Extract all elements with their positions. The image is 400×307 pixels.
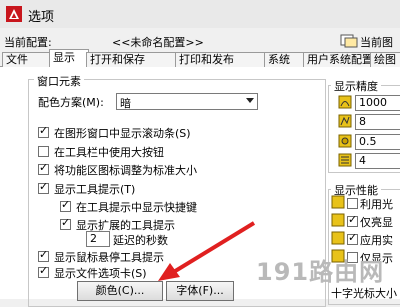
current-profile-label: 当前配置:: [4, 36, 52, 49]
raster-performance-icon: [331, 195, 345, 209]
arc-smoothness-value: 1000: [359, 96, 387, 109]
rollover-tooltips-checkbox[interactable]: ✓: [38, 248, 49, 262]
shortcut-tooltips-label: 在工具提示中显示快捷键: [76, 201, 197, 214]
arc-smoothness-field[interactable]: 1000: [355, 95, 400, 111]
checkmark-icon: ✓: [39, 264, 49, 277]
rendered-smoothness-icon: [338, 134, 352, 148]
extended-tooltips-checkbox[interactable]: ✓: [60, 216, 71, 230]
autocad-app-icon: [6, 6, 22, 22]
chevron-down-icon: [246, 98, 254, 103]
tab-system[interactable]: 系统: [264, 52, 306, 67]
checkmark-icon: ✓: [39, 124, 49, 137]
performance-label-1: 利用光: [360, 198, 393, 211]
file-tabs-checkbox[interactable]: ✓: [38, 264, 49, 278]
delay-seconds-value: 2: [90, 232, 97, 245]
color-scheme-label: 配色方案(M):: [38, 96, 104, 109]
performance-checkbox-1[interactable]: [347, 198, 358, 209]
performance-label-2: 仅亮显: [360, 216, 393, 229]
performance-checkbox-2[interactable]: ✓: [347, 213, 358, 227]
current-profile-value: <<未命名配置>>: [112, 36, 204, 49]
tooltips-label: 显示工具提示(T): [54, 183, 136, 196]
color-scheme-value: 暗: [120, 97, 131, 110]
rendered-smoothness-field[interactable]: 0.5: [355, 134, 400, 150]
solid-fill-icon: [331, 231, 345, 245]
tab-display[interactable]: 显示: [49, 49, 89, 68]
highlight-frame-icon: [331, 213, 345, 227]
tab-plot-publish[interactable]: 打印和发布: [175, 52, 267, 67]
checkmark-icon: ✓: [348, 213, 358, 226]
contour-lines-value: 4: [359, 154, 366, 167]
shortcut-tooltips-checkbox[interactable]: ✓: [60, 198, 71, 212]
resize-icons-label: 将功能区图标调整为标准大小: [54, 164, 197, 177]
watermark-text: 191路由网: [256, 258, 385, 286]
tooltips-checkbox[interactable]: ✓: [38, 180, 49, 194]
scrollbars-checkbox[interactable]: ✓: [38, 124, 49, 138]
delay-seconds-field[interactable]: 2: [86, 231, 110, 247]
color-scheme-select[interactable]: 暗: [116, 93, 258, 110]
polyline-segments-field[interactable]: 8: [355, 114, 400, 130]
checkmark-icon: ✓: [39, 161, 49, 174]
tab-open-save[interactable]: 打开和保存: [86, 52, 178, 67]
arc-smoothness-icon: [338, 95, 352, 109]
rendered-smoothness-value: 0.5: [359, 135, 377, 148]
checkmark-icon: ✓: [39, 180, 49, 193]
tab-files[interactable]: 文件: [2, 52, 50, 67]
polyline-segments-value: 8: [359, 115, 366, 128]
contour-lines-icon: [338, 153, 352, 167]
checkmark-icon: ✓: [39, 248, 49, 261]
checkmark-icon: ✓: [348, 231, 358, 244]
current-drawing-label: 当前图: [360, 36, 393, 49]
file-tabs-label: 显示文件选项卡(S): [54, 267, 147, 280]
polyline-segments-icon: [338, 114, 352, 128]
window-elements-title: 窗口元素: [34, 73, 84, 89]
annotation-arrow: [158, 221, 256, 281]
resize-icons-checkbox[interactable]: ✓: [38, 161, 49, 175]
performance-label-3: 应用实: [360, 234, 393, 247]
scrollbars-label: 在图形窗口中显示滚动条(S): [54, 127, 191, 140]
tab-drafting[interactable]: 绘图: [370, 52, 400, 67]
display-resolution-title: 显示精度: [331, 78, 381, 94]
checkmark-icon: ✓: [61, 198, 71, 211]
tab-user-preferences[interactable]: 用户系统配置: [303, 52, 373, 67]
performance-checkbox-3[interactable]: ✓: [347, 231, 358, 245]
drawing-icon: [340, 34, 358, 48]
contour-lines-field[interactable]: 4: [355, 153, 400, 169]
large-buttons-label: 在工具栏中使用大按钮: [54, 146, 164, 159]
large-buttons-checkbox[interactable]: [38, 146, 49, 157]
rollover-tooltips-label: 显示鼠标悬停工具提示: [54, 251, 164, 264]
checkmark-icon: ✓: [61, 216, 71, 229]
window-title: 选项: [28, 10, 55, 25]
title-bar: [0, 0, 400, 28]
